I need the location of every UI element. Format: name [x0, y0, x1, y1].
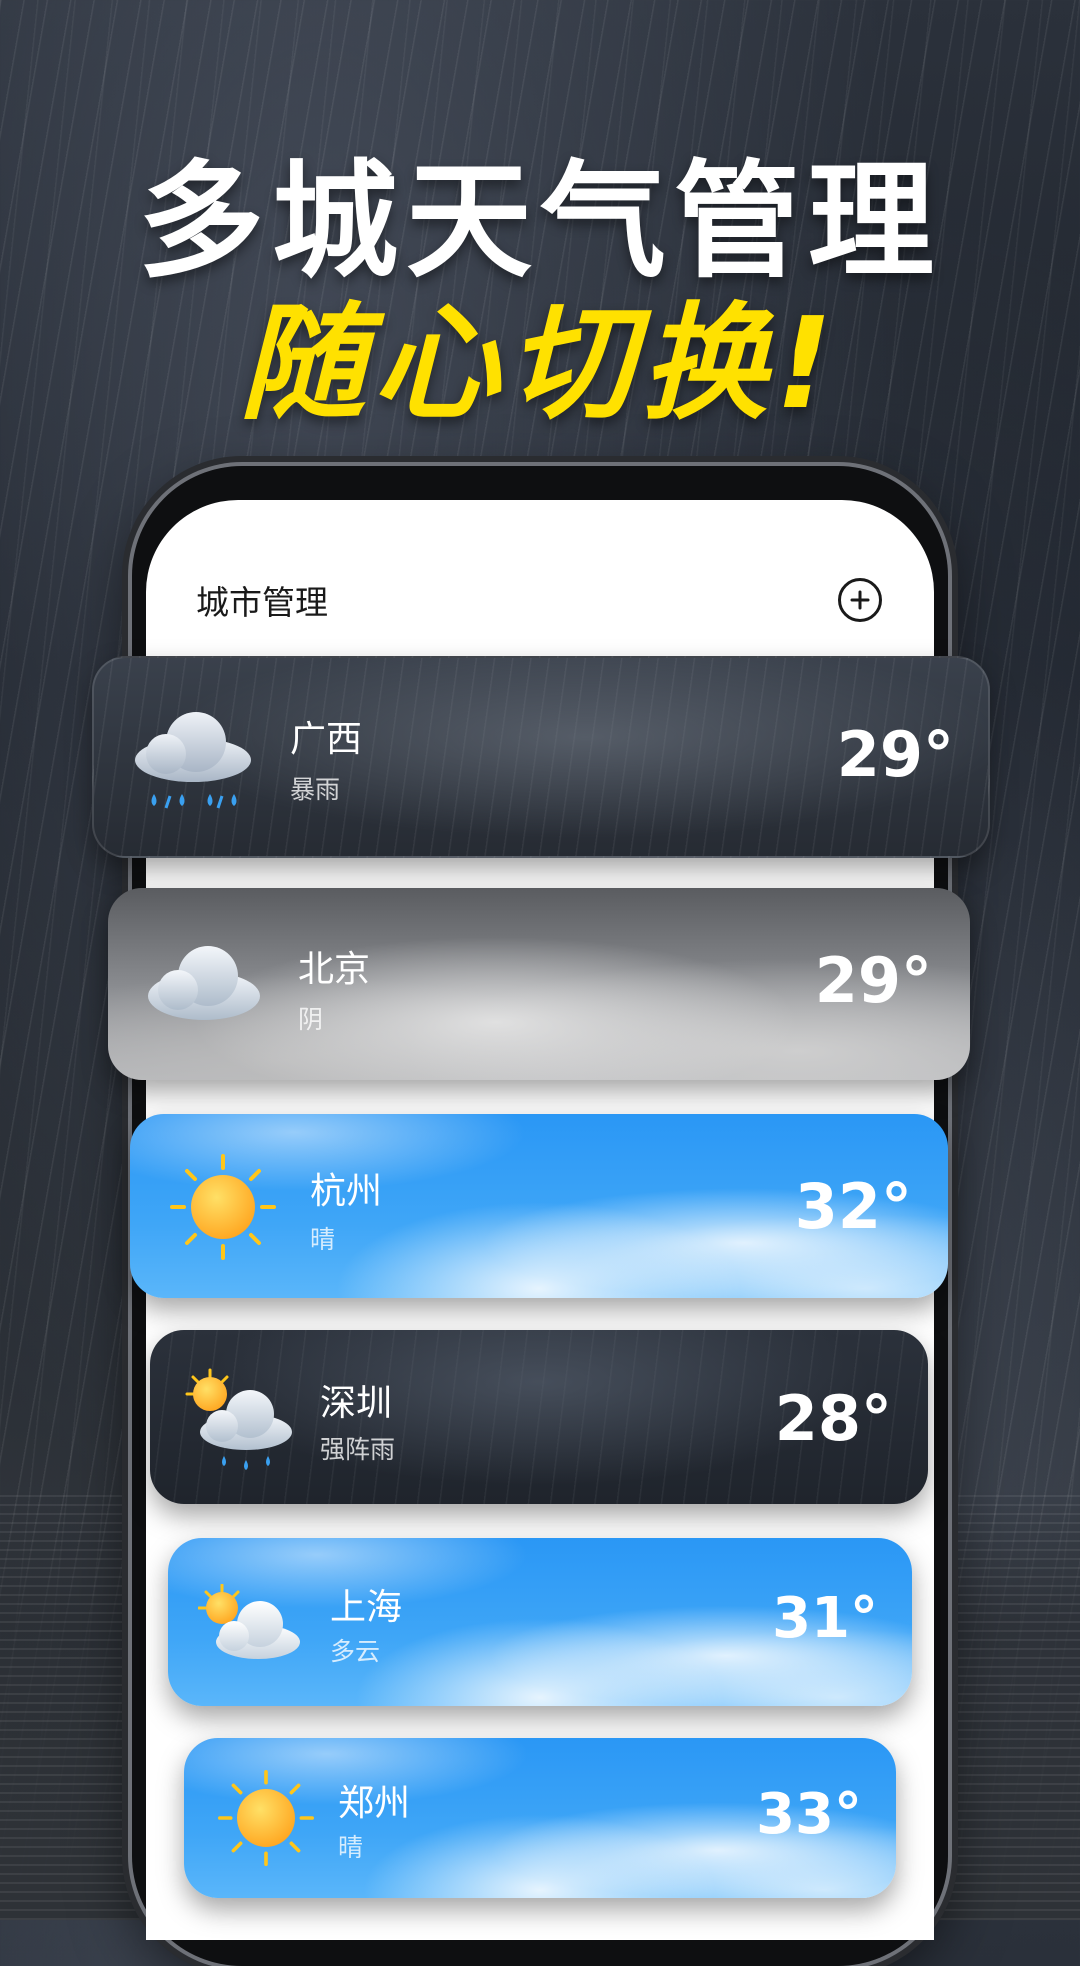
page-title: 城市管理: [196, 583, 328, 622]
weather-condition: 晴: [338, 1833, 364, 1862]
temperature: 28°: [774, 1382, 892, 1455]
city-name: 广西: [290, 719, 363, 760]
plus-circle-icon: [850, 590, 870, 610]
weather-condition: 晴: [310, 1225, 336, 1254]
city-name: 深圳: [320, 1383, 393, 1424]
city-card-hangzhou[interactable]: 杭州 晴 32°: [130, 1114, 948, 1298]
sun-cloud-rain-icon: [185, 1368, 292, 1470]
city-card-guangxi[interactable]: 广西 暴雨 29°: [92, 656, 990, 858]
sun-icon: [170, 1154, 276, 1260]
temperature: 32°: [794, 1170, 912, 1243]
city-name: 郑州: [338, 1783, 411, 1824]
overcast-cloud-icon: [148, 946, 260, 1020]
sun-icon: [218, 1770, 314, 1866]
add-city-button[interactable]: [838, 578, 882, 622]
headline-secondary: 随心切换!: [239, 290, 841, 437]
weather-condition: 阴: [298, 1005, 324, 1034]
temperature: 31°: [772, 1586, 878, 1651]
temperature: 33°: [756, 1782, 862, 1847]
weather-condition: 强阵雨: [320, 1435, 396, 1464]
weather-condition: 暴雨: [290, 775, 341, 804]
heavy-rain-cloud-icon: [135, 712, 251, 809]
city-card-beijing[interactable]: 北京 阴 29°: [108, 888, 970, 1080]
city-card-shanghai[interactable]: 上海 多云 31°: [168, 1538, 912, 1706]
weather-condition: 多云: [330, 1637, 381, 1666]
city-name: 杭州: [310, 1171, 383, 1212]
temperature: 29°: [814, 944, 932, 1017]
city-card-shenzhen[interactable]: 深圳 强阵雨 28°: [150, 1330, 928, 1504]
sun-behind-cloud-icon: [198, 1584, 300, 1659]
city-name: 北京: [298, 949, 371, 990]
city-card-zhengzhou[interactable]: 郑州 晴 33°: [184, 1738, 896, 1898]
city-name: 上海: [330, 1587, 403, 1628]
temperature: 29°: [836, 718, 954, 791]
